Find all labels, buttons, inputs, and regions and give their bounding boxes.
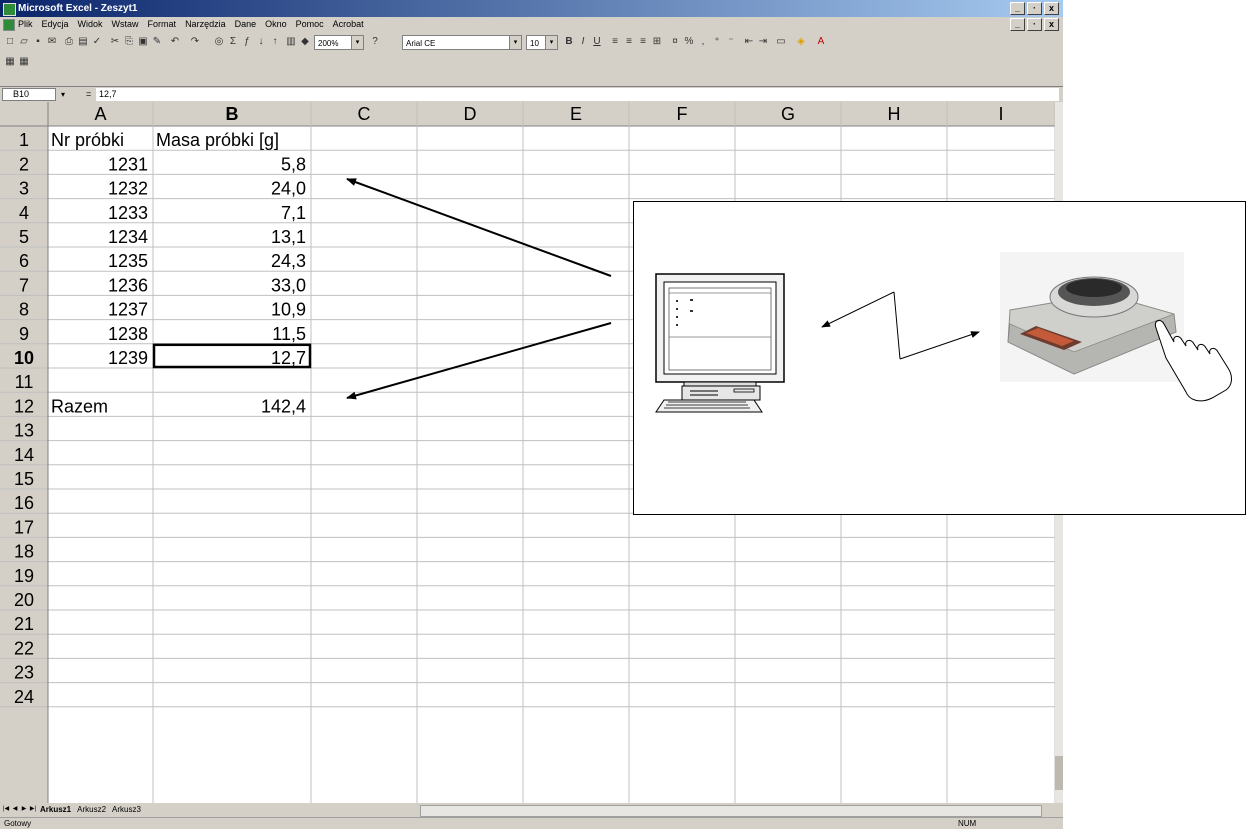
arrow-to-first-cell (346, 178, 612, 277)
communication-diagram (633, 201, 1246, 515)
link-arrows (821, 291, 980, 360)
computer-icon (655, 273, 785, 413)
arrow-to-last-cell (346, 322, 612, 400)
scale-icon (1000, 252, 1184, 382)
